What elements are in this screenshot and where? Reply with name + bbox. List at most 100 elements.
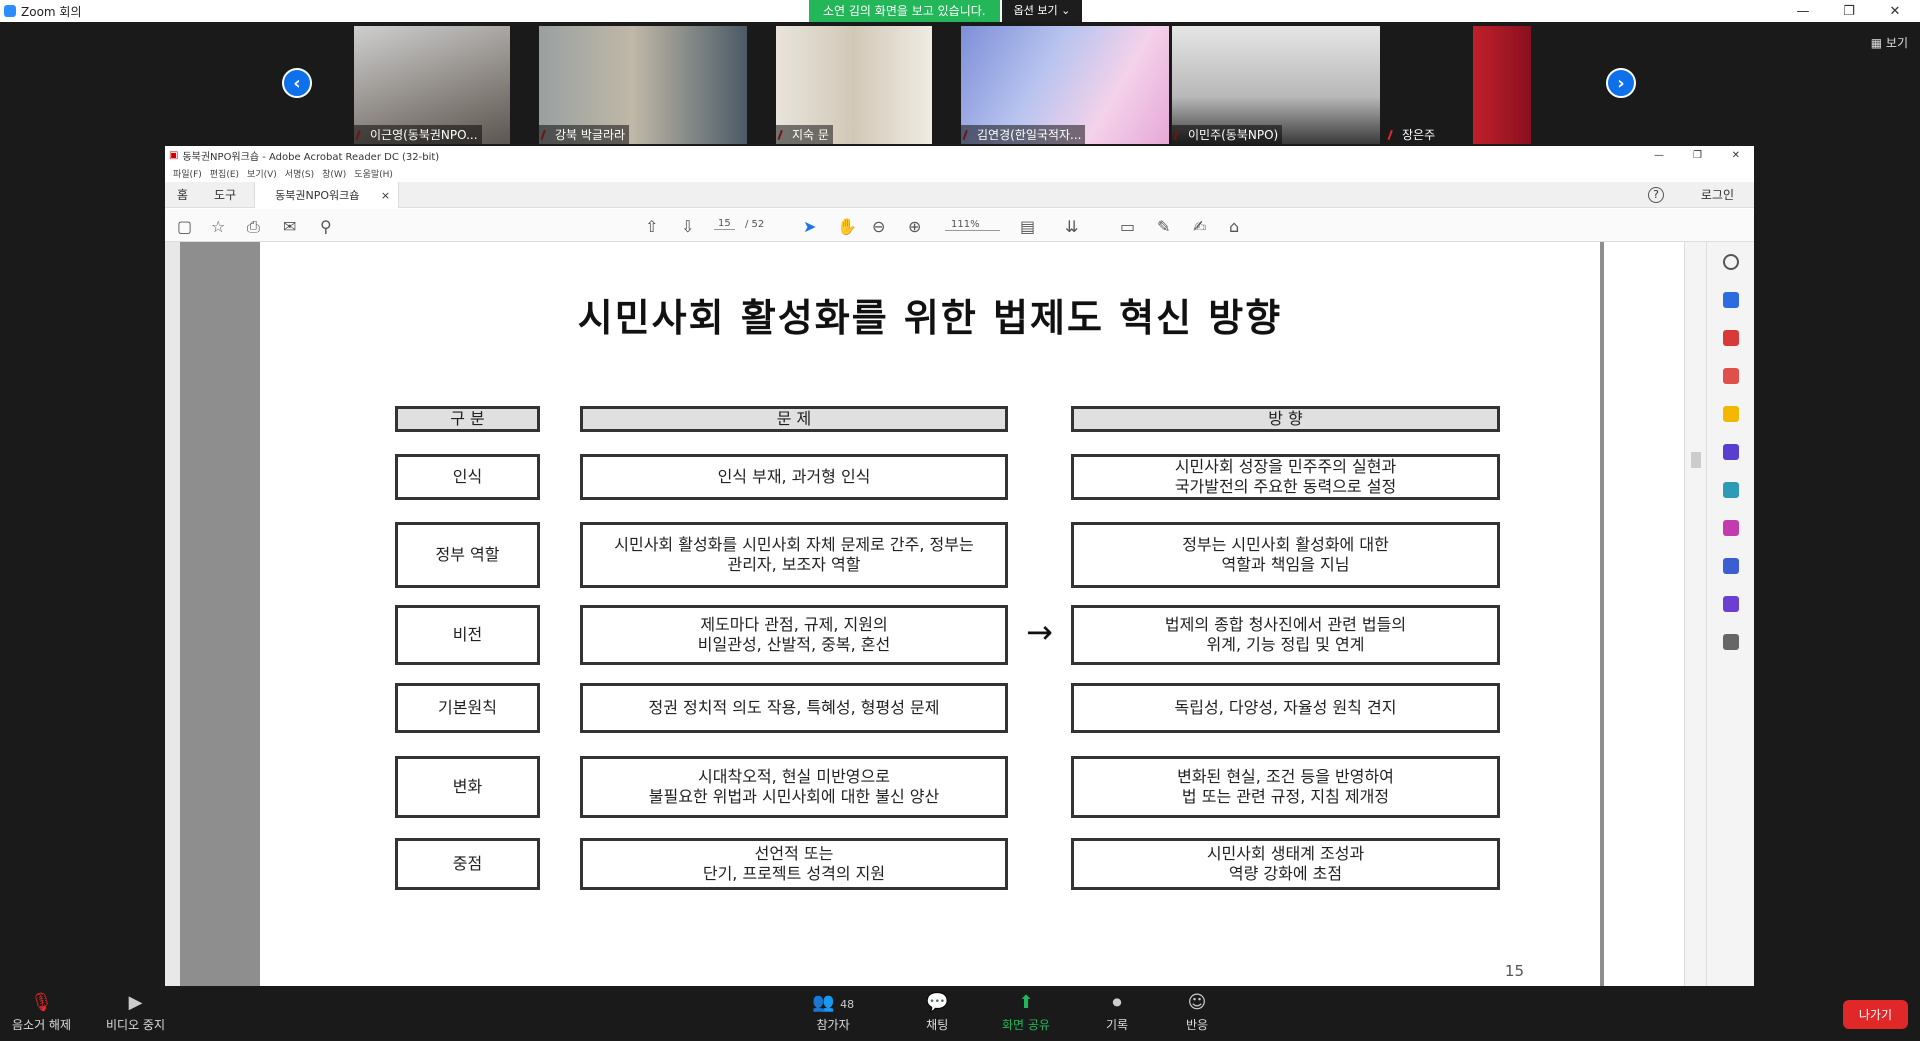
draw-icon[interactable]: ✍ <box>1193 217 1206 236</box>
login-button[interactable]: 로그인 <box>1701 186 1734 203</box>
zoom-out-icon[interactable]: ⊖ <box>872 217 885 236</box>
participant-tile[interactable]: 강북 박글라라 <box>539 26 747 144</box>
direction-line: 독립성, 다양성, 자율성 원칙 견지 <box>1174 698 1397 717</box>
stop-video-label: 비디오 중지 <box>106 1018 166 1032</box>
scan-ocr-icon[interactable] <box>1723 482 1739 498</box>
page-fit-icon[interactable]: ▤ <box>1020 217 1035 236</box>
row-problem: 정권 정치적 의도 작용, 특혜성, 형평성 문제 <box>580 683 1008 733</box>
create-pdf-icon[interactable] <box>1723 292 1739 308</box>
share-screen-button[interactable]: ⬆ 화면 공유 <box>1002 992 1050 1033</box>
participant-tile[interactable]: 이민주(동북NPO) <box>1172 26 1380 144</box>
protect-icon[interactable] <box>1723 558 1739 574</box>
reactions-button[interactable]: ☺ 반응 <box>1186 992 1208 1033</box>
participant-tile[interactable]: 김연경(한일국적자... <box>961 26 1169 144</box>
problem-line: 정권 정치적 의도 작용, 특혜성, 형평성 문제 <box>648 698 940 717</box>
more-tools-icon[interactable] <box>1723 634 1739 650</box>
select-cursor-icon[interactable]: ➤ <box>803 217 816 236</box>
bookmark-star-icon[interactable]: ☆ <box>211 217 225 236</box>
participant-tile[interactable]: 이근영(동북권NPO... <box>354 26 510 144</box>
participants-button[interactable]: 👥 48 참가자 <box>812 992 854 1033</box>
gallery-prev-button[interactable]: ‹ <box>282 68 312 98</box>
participant-tile[interactable]: 지숙 문 <box>776 26 932 144</box>
tab-document[interactable]: 동북권NPO워크숍 × <box>254 181 400 208</box>
page-number-input[interactable]: 15 <box>714 218 735 230</box>
acrobat-menubar: 파일(F) 편집(E) 보기(V) 서명(S) 창(W) 도움말(H) <box>165 165 1754 182</box>
header-direction: 방 향 <box>1071 406 1500 432</box>
row-problem: 시대착오적, 현실 미반영으로 불필요한 위법과 시민사회에 대한 불신 양산 <box>580 756 1008 818</box>
direction-line: 법제의 종합 청사진에서 관련 법들의 <box>1164 615 1407 634</box>
row-direction: 시민사회 성장을 민주주의 실현과 국가발전의 주요한 동력으로 설정 <box>1071 454 1500 500</box>
participant-name: 강북 박글라라 <box>539 125 630 144</box>
close-button[interactable]: ✕ <box>1872 0 1918 22</box>
menu-help[interactable]: 도움말(H) <box>354 167 393 180</box>
row-category: 비전 <box>395 605 540 665</box>
pdf-page: 시민사회 활성화를 위한 법제도 혁신 방향 구 분 문 제 방 향 인식 인식… <box>260 242 1600 986</box>
hand-tool-icon[interactable]: ✋ <box>837 217 857 236</box>
row-category: 변화 <box>395 756 540 818</box>
menu-sign[interactable]: 서명(S) <box>285 167 314 180</box>
stamp-icon[interactable]: ⌂ <box>1229 217 1239 236</box>
page-total: / 52 <box>745 219 765 230</box>
next-page-icon[interactable]: ⇩ <box>681 217 694 236</box>
tab-home[interactable]: 홈 <box>177 186 188 203</box>
email-icon[interactable]: ✉ <box>283 217 296 236</box>
zoom-in-icon[interactable]: ⊕ <box>908 217 921 236</box>
acrobat-maximize-button[interactable]: ❐ <box>1693 150 1702 161</box>
participant-tile[interactable]: 장은주 <box>1386 26 1531 144</box>
highlight-pen-icon[interactable]: ✎ <box>1157 217 1170 236</box>
acrobat-close-button[interactable]: ✕ <box>1732 150 1740 161</box>
problem-line: 시대착오적, 현실 미반영으로 <box>698 767 890 786</box>
acrobat-toolbar: ▢ ☆ ⎙ ✉ ⚲ ⇧ ⇩ 15 / 52 ➤ ✋ ⊖ ⊕ 111% ▤ ⇊ ▭… <box>165 209 1754 242</box>
menu-window[interactable]: 창(W) <box>322 167 346 180</box>
participant-name: 장은주 <box>1402 128 1436 142</box>
scrollbar-thumb[interactable] <box>1691 452 1701 468</box>
comment-icon[interactable]: ▭ <box>1120 217 1135 236</box>
menu-edit[interactable]: 편집(E) <box>210 167 239 180</box>
tab-close-icon[interactable]: × <box>381 189 390 202</box>
unmute-button[interactable]: 🎙 음소거 해제 <box>12 992 71 1033</box>
help-icon[interactable]: ? <box>1648 186 1664 203</box>
menu-file[interactable]: 파일(F) <box>173 167 202 180</box>
gallery-next-button[interactable]: › <box>1606 68 1636 98</box>
row-problem: 인식 부재, 과거형 인식 <box>580 454 1008 500</box>
request-signature-icon[interactable] <box>1723 596 1739 612</box>
leave-button[interactable]: 나가기 <box>1842 1000 1908 1029</box>
zoom-window-title: Zoom 회의 <box>21 4 82 19</box>
fill-sign-icon[interactable] <box>1723 520 1739 536</box>
prev-page-icon[interactable]: ⇧ <box>645 217 658 236</box>
acrobat-minimize-button[interactable]: — <box>1654 150 1664 161</box>
search-icon[interactable]: ⚲ <box>320 217 332 236</box>
comment-tool-icon[interactable] <box>1723 406 1739 422</box>
minimize-button[interactable]: — <box>1780 0 1826 22</box>
send-for-review-icon[interactable] <box>1723 444 1739 460</box>
direction-arrow: → <box>1026 613 1053 651</box>
view-button[interactable]: ▦ 보기 <box>1871 34 1908 51</box>
record-button[interactable]: ⏺ 기록 <box>1106 992 1128 1033</box>
print-icon[interactable]: ⎙ <box>247 217 260 237</box>
direction-line: 정부는 시민사회 활성화에 대한 <box>1182 535 1389 554</box>
menu-view[interactable]: 보기(V) <box>247 167 277 180</box>
direction-line: 위계, 기능 정립 및 연계 <box>1206 635 1365 654</box>
maximize-button[interactable]: ❐ <box>1826 0 1872 22</box>
zoom-level-select[interactable]: 111% <box>945 219 1000 231</box>
scroll-mode-icon[interactable]: ⇊ <box>1065 217 1078 236</box>
unmute-label: 음소거 해제 <box>12 1018 72 1032</box>
row-direction: 시민사회 생태계 조성과 역량 강화에 초점 <box>1071 838 1500 890</box>
save-icon[interactable]: ▢ <box>177 217 192 236</box>
video-camera-icon: ▶ <box>128 992 143 1013</box>
problem-line: 관리자, 보조자 역할 <box>727 555 861 574</box>
direction-line: 역할과 책임을 지님 <box>1221 555 1350 574</box>
organize-pages-icon[interactable] <box>1723 330 1739 346</box>
stop-video-button[interactable]: ▶ 비디오 중지 <box>106 992 165 1033</box>
export-pdf-icon[interactable] <box>1723 368 1739 384</box>
share-banner-message: 소연 김의 화면을 보고 있습니다. <box>809 0 1000 22</box>
zoom-tool-icon[interactable] <box>1723 254 1739 270</box>
tab-tools[interactable]: 도구 <box>214 186 236 203</box>
chat-button[interactable]: 💬 채팅 <box>926 992 948 1033</box>
reaction-emoji-icon: ☺ <box>1187 992 1207 1013</box>
direction-line: 시민사회 성장을 민주주의 실현과 <box>1174 457 1397 476</box>
left-panel-toggle[interactable] <box>165 242 180 986</box>
vertical-scrollbar[interactable] <box>1684 242 1706 986</box>
view-options-button[interactable]: 옵션 보기 ⌄ <box>1001 0 1083 22</box>
row-problem: 제도마다 관점, 규제, 지원의 비일관성, 산발적, 중복, 혼선 <box>580 605 1008 665</box>
